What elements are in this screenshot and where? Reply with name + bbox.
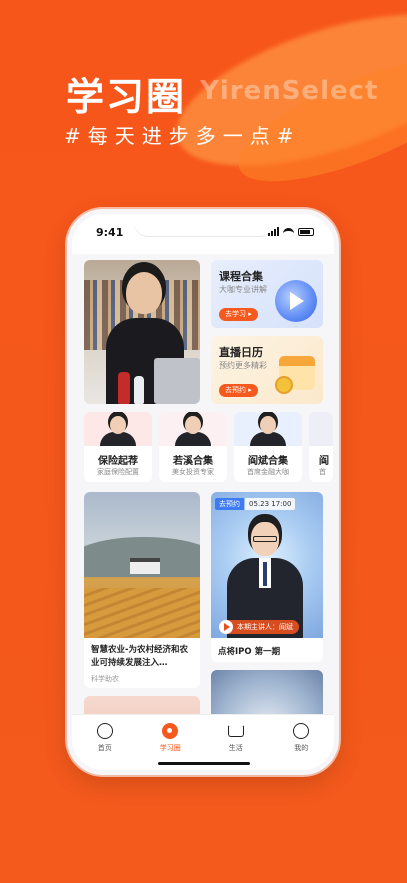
expert-name: 阎斌合集 <box>248 456 288 467</box>
expert-desc: 美女投资专家 <box>172 468 214 476</box>
profile-icon <box>293 723 310 739</box>
tab-profile[interactable]: 我的 <box>269 715 335 770</box>
status-icons <box>268 227 314 236</box>
live-date: 05.23 17:00 <box>245 498 296 510</box>
status-bar: 9:41 <box>72 214 334 254</box>
tab-label: 生活 <box>228 744 243 752</box>
battery-icon <box>298 227 314 236</box>
card-subtitle: 预约更多精彩 <box>219 361 267 370</box>
card-subtitle: 大咖专业讲解 <box>219 285 267 294</box>
play-illustration-icon <box>275 280 317 322</box>
live-title: 点将IPO 第一期 <box>218 647 281 657</box>
live-calendar-card[interactable]: 直播日历 预约更多精彩 去预约 ▸ <box>211 336 323 404</box>
expert-card[interactable]: 保险起荐 家庭保险配置 <box>84 412 152 482</box>
expert-desc: 家庭保险配置 <box>97 468 139 476</box>
reserve-tag[interactable]: 去预约 <box>215 498 244 510</box>
promo-title: 学习圈 <box>66 75 187 119</box>
go-study-button[interactable]: 去学习 ▸ <box>219 308 258 321</box>
coin-illustration-icon <box>275 376 293 394</box>
status-time: 9:41 <box>96 226 124 239</box>
expert-card[interactable]: 阎 首 <box>309 412 333 482</box>
hero-video-thumbnail[interactable] <box>84 260 200 404</box>
feed-card-article[interactable]: 智慧农业-为农村经济和农业可持续发展注入… 科学助农 <box>84 492 200 688</box>
promo-subtitle: #每天进步多一点# <box>64 124 301 148</box>
avatar <box>260 416 276 434</box>
expert-card[interactable]: 若溪合集 美女投资专家 <box>159 412 227 482</box>
tab-home[interactable]: 首页 <box>72 715 138 770</box>
article-author: 科学助农 <box>91 675 119 683</box>
card-title: 课程合集 <box>219 270 263 283</box>
expert-desc: 首席金融大咖 <box>247 468 289 476</box>
signal-icon <box>268 227 279 236</box>
expert-carousel[interactable]: 保险起荐 家庭保险配置 若溪合集 美女投资专家 阎斌合集 首席金融大咖 阎 首 <box>84 412 334 482</box>
expert-card[interactable]: 阎斌合集 首席金融大咖 <box>234 412 302 482</box>
notch <box>134 214 274 236</box>
tab-label: 我的 <box>294 744 309 752</box>
play-icon[interactable] <box>219 620 233 634</box>
tab-label: 学习圈 <box>159 744 181 752</box>
expert-name: 若溪合集 <box>173 456 213 467</box>
promo-title-en: YirenSelect <box>200 76 379 106</box>
bottom-tab-bar: 首页 学习圈 生活 我的 <box>72 714 335 770</box>
main-content: 课程合集 大咖专业讲解 去学习 ▸ 直播日历 预约更多精彩 去预约 ▸ 保险起荐… <box>72 254 334 736</box>
article-thumbnail <box>84 492 200 638</box>
avatar <box>185 416 201 434</box>
live-thumbnail <box>211 492 323 638</box>
expert-name: 阎 <box>319 456 329 467</box>
course-collection-card[interactable]: 课程合集 大咖专业讲解 去学习 ▸ <box>211 260 323 328</box>
wifi-icon <box>283 227 294 236</box>
home-icon <box>96 723 113 739</box>
card-title: 直播日历 <box>219 346 263 359</box>
home-indicator <box>158 762 250 765</box>
crown-icon <box>227 725 244 737</box>
feed-card-live[interactable]: 去预约 05.23 17:00 本期主讲人：阎斌 点将IPO 第一期 <box>211 492 323 662</box>
avatar <box>110 416 126 434</box>
learning-circle-icon <box>162 723 179 739</box>
tab-learning-circle[interactable]: 学习圈 <box>138 715 204 770</box>
expert-desc: 首 <box>319 468 326 476</box>
tab-life[interactable]: 生活 <box>203 715 269 770</box>
tab-label: 首页 <box>97 744 112 752</box>
article-title: 智慧农业-为农村经济和农业可持续发展注入… <box>91 645 189 668</box>
phone-mockup: 9:41 课程合集 大咖专业讲解 去学习 ▸ 直播日历 预约更多精彩 去预约 ▸… <box>67 209 339 775</box>
go-reserve-button[interactable]: 去预约 ▸ <box>219 384 258 397</box>
expert-name: 保险起荐 <box>98 456 138 467</box>
